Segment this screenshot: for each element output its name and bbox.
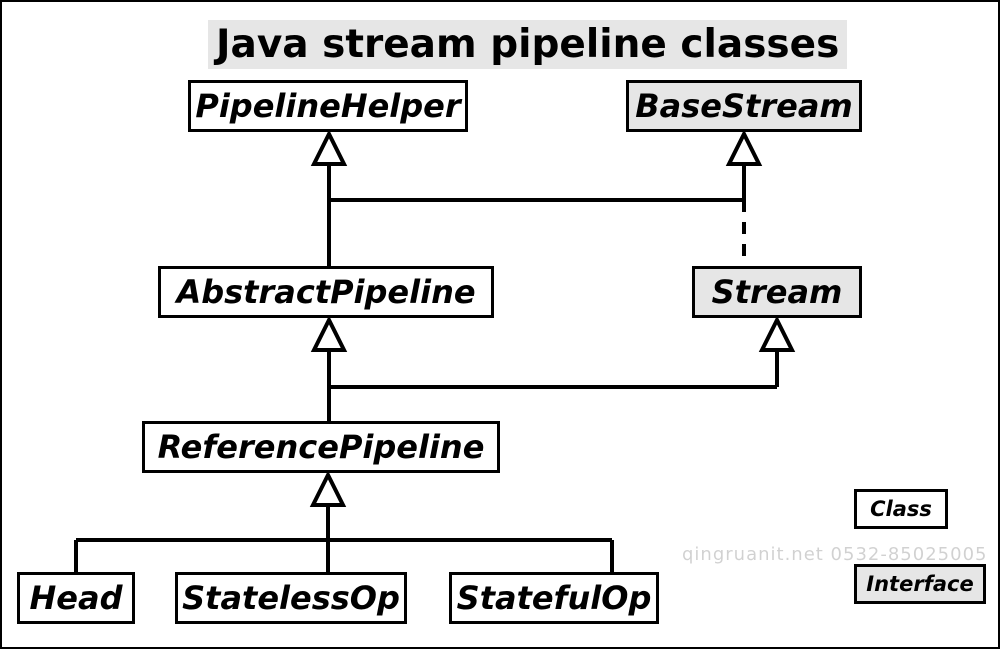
arrowhead-icon <box>314 320 344 350</box>
node-label: ReferencePipeline <box>158 428 485 466</box>
arrowhead-icon <box>313 475 343 505</box>
arrowhead-icon <box>314 134 344 164</box>
diagram-title: Java stream pipeline classes <box>208 20 847 69</box>
node-pipeline-helper: PipelineHelper <box>188 80 468 132</box>
legend-label: Interface <box>866 572 973 596</box>
legend-interface: Interface <box>854 564 986 604</box>
node-stateful-op: StatefulOp <box>449 572 659 624</box>
node-label: Head <box>30 579 123 617</box>
node-label: StatelessOp <box>182 579 400 617</box>
arrowhead-icon <box>729 134 759 164</box>
legend-label: Class <box>870 497 932 521</box>
legend-class: Class <box>854 489 948 529</box>
node-head: Head <box>17 572 135 624</box>
watermark-text: qingruanit.net 0532-85025005 <box>682 544 987 565</box>
node-stateless-op: StatelessOp <box>175 572 407 624</box>
node-stream: Stream <box>692 266 862 318</box>
node-abstract-pipeline: AbstractPipeline <box>158 266 494 318</box>
node-label: Stream <box>712 273 843 311</box>
arrowhead-icon <box>762 320 792 350</box>
node-label: StatefulOp <box>457 579 652 617</box>
node-label: BaseStream <box>635 87 853 125</box>
node-reference-pipeline: ReferencePipeline <box>142 421 500 473</box>
node-label: PipelineHelper <box>195 87 460 125</box>
node-base-stream: BaseStream <box>626 80 862 132</box>
node-label: AbstractPipeline <box>176 273 475 311</box>
